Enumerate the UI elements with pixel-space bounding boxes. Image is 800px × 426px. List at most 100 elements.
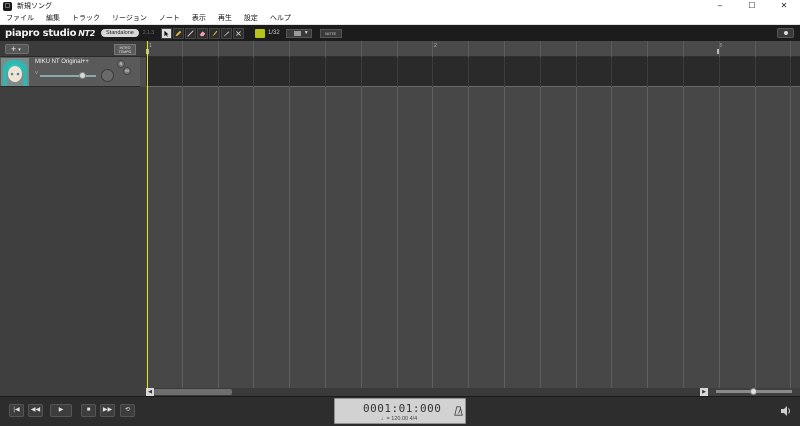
fast-forward-button[interactable]: ▶▶ [100,404,115,417]
loop-icon: ⟲ [124,407,131,413]
volume-slider[interactable] [40,75,96,77]
quantize-icon[interactable] [254,28,265,38]
mute-label: M [125,68,129,73]
lane-grid-line [755,57,756,87]
mute-button[interactable]: M [123,67,131,75]
playback-position: 0001:01:000 [363,402,442,415]
chevron-down-icon: ▼ [303,30,309,36]
tempo-label: TEMPO [118,50,132,54]
playhead[interactable] [147,41,148,388]
time-display[interactable]: 0001:01:000 ♩= 120.00 4/4 [334,398,466,424]
lane-grid-line [397,57,398,87]
ruler-tick [361,41,362,57]
pencil-tool-button[interactable] [172,27,184,39]
quantize-select[interactable]: ▼ [285,28,312,38]
lane-grid-line [611,57,612,87]
ruler-tick [468,41,469,57]
lane-grid-line [253,57,254,87]
grid-line [790,87,791,388]
maximize-icon: ☐ [748,1,756,10]
menu-file[interactable]: ファイル [0,12,40,25]
menu-note[interactable]: ノート [153,12,186,25]
close-icon: ✕ [780,1,788,10]
mute-icon [236,30,241,36]
track-panel[interactable]: MIKU NT Original++ V S M [0,57,140,87]
scrollbar-thumb[interactable] [154,389,232,395]
add-label: + [11,44,17,54]
minimize-button[interactable]: – [704,0,736,12]
ruler-tick [397,41,398,57]
grid-line [755,87,756,388]
skip-to-start-button[interactable]: |◀ [9,404,24,417]
ruler-tick [182,41,183,57]
volume-slider-handle[interactable] [79,72,86,79]
add-track-button[interactable]: + ▾ [5,44,29,54]
record-toggle-button[interactable] [777,28,794,38]
mute-tool-button[interactable] [232,27,244,39]
bar-number: 2 [434,43,437,49]
line-tool-button[interactable] [184,27,196,39]
metronome-icon[interactable] [454,406,463,416]
rewind-button[interactable]: ◀◀ [28,404,43,417]
ruler-tick [504,41,505,57]
track-lane[interactable] [146,57,800,87]
grid-line [683,87,684,388]
grid-line [611,87,612,388]
play-button[interactable]: ▶ [50,404,72,417]
arrangement-grid[interactable] [146,87,800,388]
rewind-icon: ◀◀ [30,407,41,413]
menu-edit[interactable]: 編集 [40,12,66,25]
menu-playback[interactable]: 再生 [212,12,238,25]
zoom-slider-handle[interactable] [750,388,757,395]
menu-help[interactable]: ヘルプ [264,12,297,25]
speaker-icon[interactable] [780,405,792,417]
grid-line [504,87,505,388]
menu-track[interactable]: トラック [66,12,106,25]
menu-view[interactable]: 表示 [186,12,212,25]
volume-label: V [35,70,39,75]
toolbar: piapro studio NT2 Standalone 2.1.3 1/32 … [0,25,800,41]
scroll-left-icon[interactable]: ◀ [146,388,154,396]
lane-grid-line [576,57,577,87]
horizontal-scrollbar[interactable]: ◀ ▶ [146,388,708,396]
track-header-toolbar: + ▾ INTRO TEMPO [0,41,146,57]
brush-icon [212,30,218,36]
ruler-tick [790,41,791,57]
brush-tool-button[interactable] [208,27,220,39]
close-button[interactable]: ✕ [768,0,800,12]
ruler-tick [218,41,219,57]
intro-tempo-button[interactable]: INTRO TEMPO [114,44,136,55]
ruler-tick [576,41,577,57]
track-list-empty-area [0,87,146,396]
lane-grid-line [218,57,219,87]
note-button[interactable]: NOTE [319,28,342,38]
ruler-tick [253,41,254,57]
menu-region[interactable]: リージョン [106,12,153,25]
knife-tool-button[interactable] [220,27,232,39]
logo-text: piapro studio [5,27,77,39]
stop-button[interactable]: ■ [81,404,96,417]
grid-line [540,87,541,388]
arrow-select-icon [164,30,169,37]
app-window: ▢ 新規ソング – ☐ ✕ ファイル 編集 トラック リージョン ノート 表示 … [0,0,800,426]
logo-suffix: NT2 [78,28,96,38]
grid-line [289,87,290,388]
scroll-right-icon[interactable]: ▶ [700,388,708,396]
edition-badge: Standalone [101,29,139,37]
grid-line [647,87,648,388]
lane-grid-line [683,57,684,87]
grid-line [325,87,326,388]
maximize-button[interactable]: ☐ [736,0,768,12]
grid-line [253,87,254,388]
eraser-tool-button[interactable] [196,27,208,39]
pan-knob[interactable] [101,69,114,82]
lane-grid-line [361,57,362,87]
loop-button[interactable]: ⟲ [120,404,135,417]
window-controls: – ☐ ✕ [704,0,800,12]
ruler-tick [719,41,720,57]
stop-icon: ■ [86,407,91,413]
timeline-ruler[interactable]: 1 2 3 [146,41,800,57]
menu-settings[interactable]: 設定 [238,12,264,25]
select-tool-button[interactable] [160,27,172,39]
skip-start-icon: |◀ [13,407,20,413]
